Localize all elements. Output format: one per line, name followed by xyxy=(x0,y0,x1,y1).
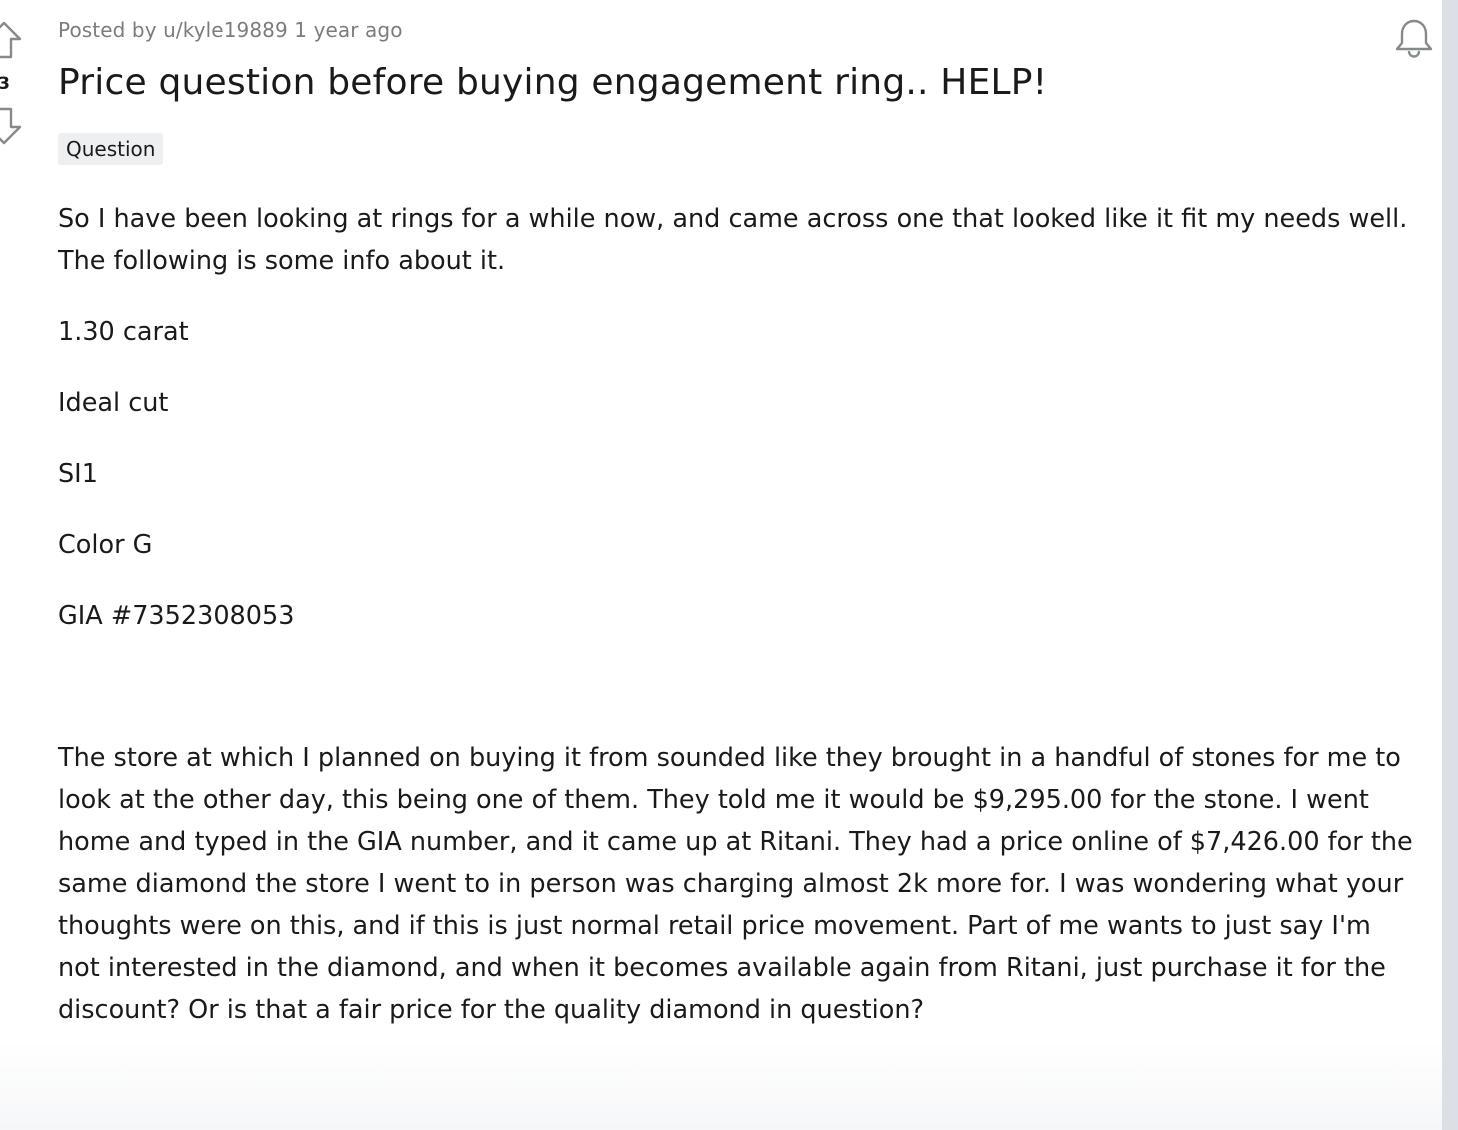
post-body: So I have been looking at rings for a wh… xyxy=(58,198,1418,1060)
upvote-arrow-icon xyxy=(0,21,22,59)
card-bottom-fade xyxy=(0,1040,1442,1130)
body-paragraph: Ideal cut xyxy=(58,388,169,418)
bell-icon xyxy=(1395,19,1433,58)
author-link[interactable]: u/kyle19889 xyxy=(163,18,288,42)
post-flair[interactable]: Question xyxy=(58,133,164,165)
post-age: 1 year ago xyxy=(294,18,403,42)
vote-score: 3 xyxy=(0,74,10,94)
post-meta: Posted by u/kyle19889 1 year ago xyxy=(58,18,403,42)
body-paragraph: The store at which I planned on buying i… xyxy=(58,743,1413,1025)
body-paragraph: Color G xyxy=(58,530,153,560)
post-card: 3 Posted by u/kyle19889 1 year ago Price… xyxy=(0,0,1442,1130)
body-paragraph: GIA #7352308053 xyxy=(58,601,295,631)
body-paragraph: So I have been looking at rings for a wh… xyxy=(58,204,1408,276)
body-paragraph: 1.30 carat xyxy=(58,317,189,347)
post-title[interactable]: Price question before buying engagement … xyxy=(58,62,1047,103)
downvote-button[interactable] xyxy=(0,106,22,146)
body-paragraph: SI1 xyxy=(58,459,98,489)
body-empty-paragraph xyxy=(58,666,1418,708)
posted-by-label: Posted by xyxy=(58,18,157,42)
notification-toggle-button[interactable] xyxy=(1392,16,1436,60)
downvote-arrow-icon xyxy=(0,107,22,145)
upvote-button[interactable] xyxy=(0,20,22,60)
